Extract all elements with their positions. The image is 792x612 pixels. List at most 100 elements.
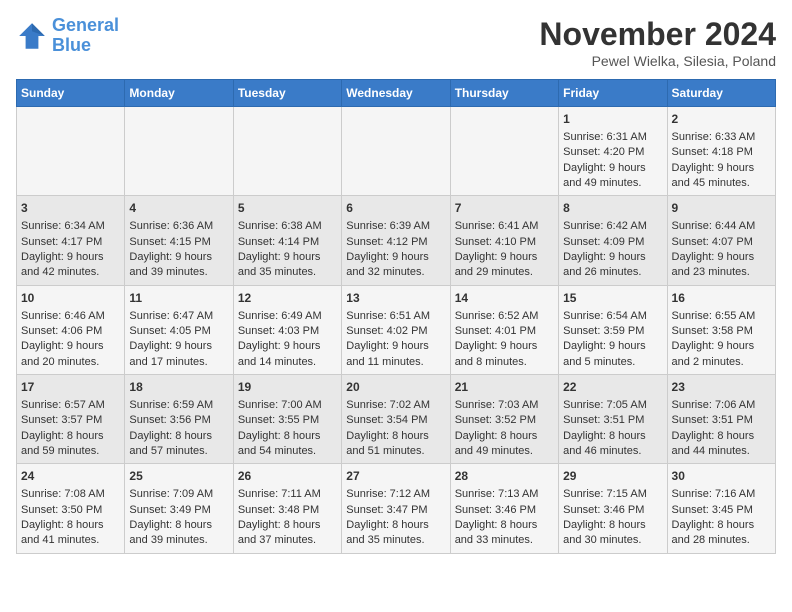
day-info: Sunrise: 6:51 AM — [346, 309, 445, 324]
day-info: Sunrise: 6:38 AM — [238, 219, 337, 234]
day-info: Sunset: 4:14 PM — [238, 235, 337, 250]
calendar-cell: 8Sunrise: 6:42 AMSunset: 4:09 PMDaylight… — [559, 196, 667, 285]
calendar-cell: 20Sunrise: 7:02 AMSunset: 3:54 PMDayligh… — [342, 375, 450, 464]
calendar-cell: 30Sunrise: 7:16 AMSunset: 3:45 PMDayligh… — [667, 464, 775, 553]
day-info: Sunset: 4:01 PM — [455, 324, 554, 339]
day-number: 6 — [346, 200, 445, 217]
day-info: Sunrise: 6:39 AM — [346, 219, 445, 234]
calendar-cell: 19Sunrise: 7:00 AMSunset: 3:55 PMDayligh… — [233, 375, 341, 464]
day-number: 16 — [672, 290, 771, 307]
day-info: Daylight: 8 hours and 51 minutes. — [346, 429, 445, 460]
day-number: 22 — [563, 379, 662, 396]
day-info: Sunset: 3:52 PM — [455, 413, 554, 428]
day-info: Sunrise: 7:13 AM — [455, 487, 554, 502]
day-number: 21 — [455, 379, 554, 396]
day-info: Daylight: 8 hours and 33 minutes. — [455, 518, 554, 549]
day-info: Sunrise: 6:36 AM — [129, 219, 228, 234]
day-info: Daylight: 9 hours and 17 minutes. — [129, 339, 228, 370]
day-info: Sunrise: 7:03 AM — [455, 398, 554, 413]
day-info: Sunrise: 6:47 AM — [129, 309, 228, 324]
day-info: Sunset: 4:20 PM — [563, 145, 662, 160]
day-info: Daylight: 9 hours and 49 minutes. — [563, 161, 662, 192]
day-info: Sunset: 4:12 PM — [346, 235, 445, 250]
calendar-cell: 24Sunrise: 7:08 AMSunset: 3:50 PMDayligh… — [17, 464, 125, 553]
day-info: Daylight: 8 hours and 54 minutes. — [238, 429, 337, 460]
day-number: 27 — [346, 468, 445, 485]
day-info: Sunset: 4:07 PM — [672, 235, 771, 250]
day-info: Sunset: 4:09 PM — [563, 235, 662, 250]
calendar-cell: 27Sunrise: 7:12 AMSunset: 3:47 PMDayligh… — [342, 464, 450, 553]
day-info: Daylight: 9 hours and 35 minutes. — [238, 250, 337, 281]
day-info: Sunrise: 7:08 AM — [21, 487, 120, 502]
col-header-monday: Monday — [125, 80, 233, 107]
day-info: Sunset: 3:51 PM — [563, 413, 662, 428]
day-info: Sunrise: 7:11 AM — [238, 487, 337, 502]
day-number: 13 — [346, 290, 445, 307]
calendar-cell: 26Sunrise: 7:11 AMSunset: 3:48 PMDayligh… — [233, 464, 341, 553]
day-info: Sunset: 3:54 PM — [346, 413, 445, 428]
day-info: Sunrise: 6:55 AM — [672, 309, 771, 324]
day-info: Daylight: 9 hours and 45 minutes. — [672, 161, 771, 192]
page-header: General Blue November 2024 Pewel Wielka,… — [16, 16, 776, 69]
calendar-cell: 17 Sunrise: 6:57 AMSunset: 3:57 PMDayligh… — [17, 375, 125, 464]
day-info: Sunrise: 6:33 AM — [672, 130, 771, 145]
day-info: Daylight: 8 hours and 46 minutes. — [563, 429, 662, 460]
calendar-cell: 3 Sunrise: 6:34 AMSunset: 4:17 PMDaylight… — [17, 196, 125, 285]
calendar-week-row: 3Sunrise: 6:34 AMSunset: 4:17 PMDaylight… — [17, 196, 776, 285]
day-number: 14 — [455, 290, 554, 307]
day-info: Daylight: 9 hours and 11 minutes. — [346, 339, 445, 370]
day-info: Sunset: 3:55 PM — [238, 413, 337, 428]
day-number: 23 — [672, 379, 771, 396]
day-info: Sunset: 3:58 PM — [672, 324, 771, 339]
calendar-cell — [342, 107, 450, 196]
day-info: Daylight: 9 hours and 20 minutes. — [21, 339, 120, 370]
day-info: Sunrise: 6:42 AM — [563, 219, 662, 234]
day-info: Sunset: 3:46 PM — [563, 503, 662, 518]
calendar-cell: 4Sunrise: 6:36 AMSunset: 4:15 PMDaylight… — [125, 196, 233, 285]
col-header-sunday: Sunday — [17, 80, 125, 107]
day-info: Sunrise: 6:41 AM — [455, 219, 554, 234]
calendar-cell: 9Sunrise: 6:44 AMSunset: 4:07 PMDaylight… — [667, 196, 775, 285]
day-info: Daylight: 8 hours and 44 minutes. — [672, 429, 771, 460]
day-number: 25 — [129, 468, 228, 485]
logo-text: General Blue — [52, 16, 119, 56]
col-header-tuesday: Tuesday — [233, 80, 341, 107]
day-info: Daylight: 9 hours and 8 minutes. — [455, 339, 554, 370]
day-info: Daylight: 9 hours and 2 minutes. — [672, 339, 771, 370]
day-info: Sunrise: 6:34 AM — [21, 219, 120, 234]
day-info: Sunrise: 6:57 AM — [21, 398, 120, 413]
day-info: Sunset: 4:05 PM — [129, 324, 228, 339]
day-info: Sunset: 3:51 PM — [672, 413, 771, 428]
day-number: 11 — [129, 290, 228, 307]
day-number: 4 — [129, 200, 228, 217]
day-number: 5 — [238, 200, 337, 217]
calendar-cell: 13Sunrise: 6:51 AMSunset: 4:02 PMDayligh… — [342, 285, 450, 374]
calendar-cell: 25Sunrise: 7:09 AMSunset: 3:49 PMDayligh… — [125, 464, 233, 553]
day-info: Sunrise: 6:31 AM — [563, 130, 662, 145]
logo: General Blue — [16, 16, 119, 56]
day-info: Daylight: 9 hours and 42 minutes. — [21, 250, 120, 281]
day-info: Sunset: 4:18 PM — [672, 145, 771, 160]
calendar-week-row: 24Sunrise: 7:08 AMSunset: 3:50 PMDayligh… — [17, 464, 776, 553]
day-number: 17 — [21, 379, 120, 396]
day-info: Sunrise: 6:54 AM — [563, 309, 662, 324]
month-title: November 2024 — [539, 16, 776, 53]
calendar-cell: 10Sunrise: 6:46 AMSunset: 4:06 PMDayligh… — [17, 285, 125, 374]
day-info: Daylight: 8 hours and 59 minutes. — [21, 429, 120, 460]
day-info: Sunset: 3:47 PM — [346, 503, 445, 518]
day-info: Daylight: 8 hours and 57 minutes. — [129, 429, 228, 460]
col-header-thursday: Thursday — [450, 80, 558, 107]
day-info: Sunset: 4:10 PM — [455, 235, 554, 250]
day-info: Sunset: 3:50 PM — [21, 503, 120, 518]
calendar-cell: 7Sunrise: 6:41 AMSunset: 4:10 PMDaylight… — [450, 196, 558, 285]
day-info: Sunset: 3:57 PM — [21, 413, 120, 428]
calendar-header-row: SundayMondayTuesdayWednesdayThursdayFrid… — [17, 80, 776, 107]
day-info: Daylight: 9 hours and 14 minutes. — [238, 339, 337, 370]
calendar-cell: 29Sunrise: 7:15 AMSunset: 3:46 PMDayligh… — [559, 464, 667, 553]
day-info: Daylight: 8 hours and 39 minutes. — [129, 518, 228, 549]
day-number: 3 — [21, 200, 120, 217]
col-header-wednesday: Wednesday — [342, 80, 450, 107]
calendar-cell: 11 Sunrise: 6:47 AMSunset: 4:05 PMDayligh… — [125, 285, 233, 374]
day-info: Sunset: 4:17 PM — [21, 235, 120, 250]
day-number: 15 — [563, 290, 662, 307]
